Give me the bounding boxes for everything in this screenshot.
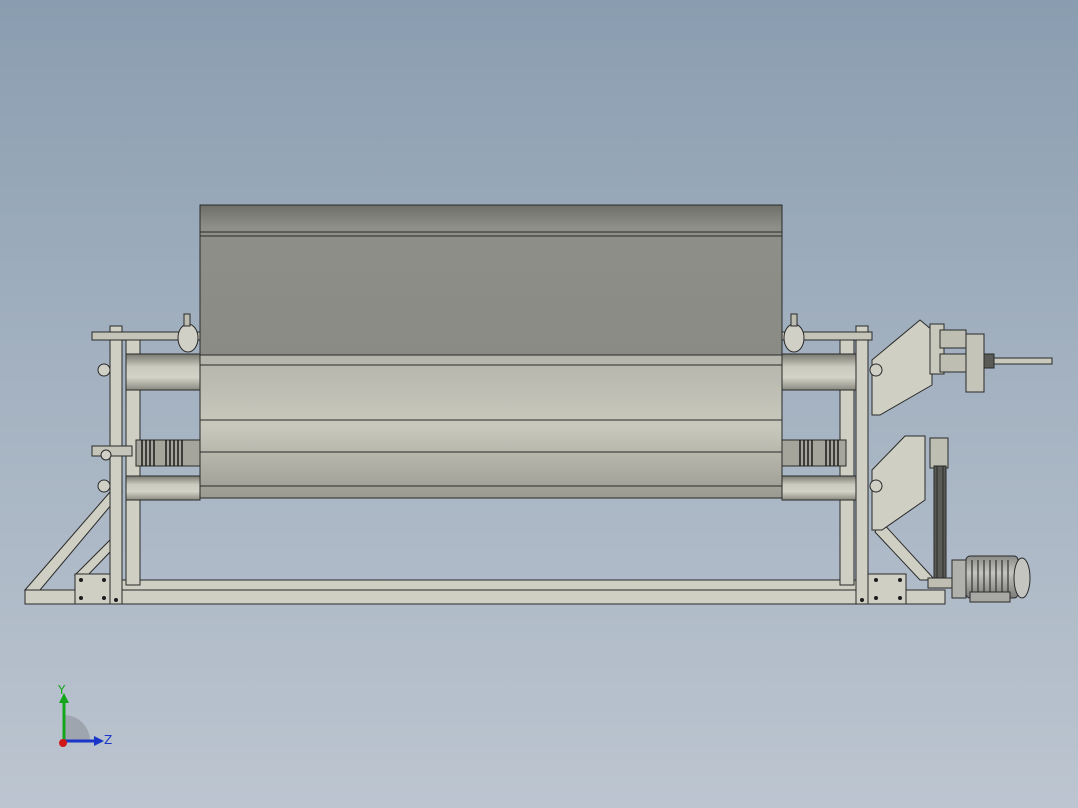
z-axis-arrowhead [94,736,104,746]
upper-drum [199,204,783,356]
left-rollers [91,313,201,501]
cad-viewport[interactable]: Y Z [0,0,1078,808]
z-axis-label: Z [104,733,112,747]
electric-motor [951,555,1031,603]
triad-plane-indicator [64,715,90,741]
x-axis-dot [59,739,67,747]
y-axis-label: Y [57,685,66,697]
lower-drum [199,354,783,499]
orientation-triad[interactable]: Y Z [50,685,120,755]
drive-shaft-assembly [929,323,1053,393]
base-frame [23,491,946,605]
roller-machine-model[interactable] [0,0,1078,808]
